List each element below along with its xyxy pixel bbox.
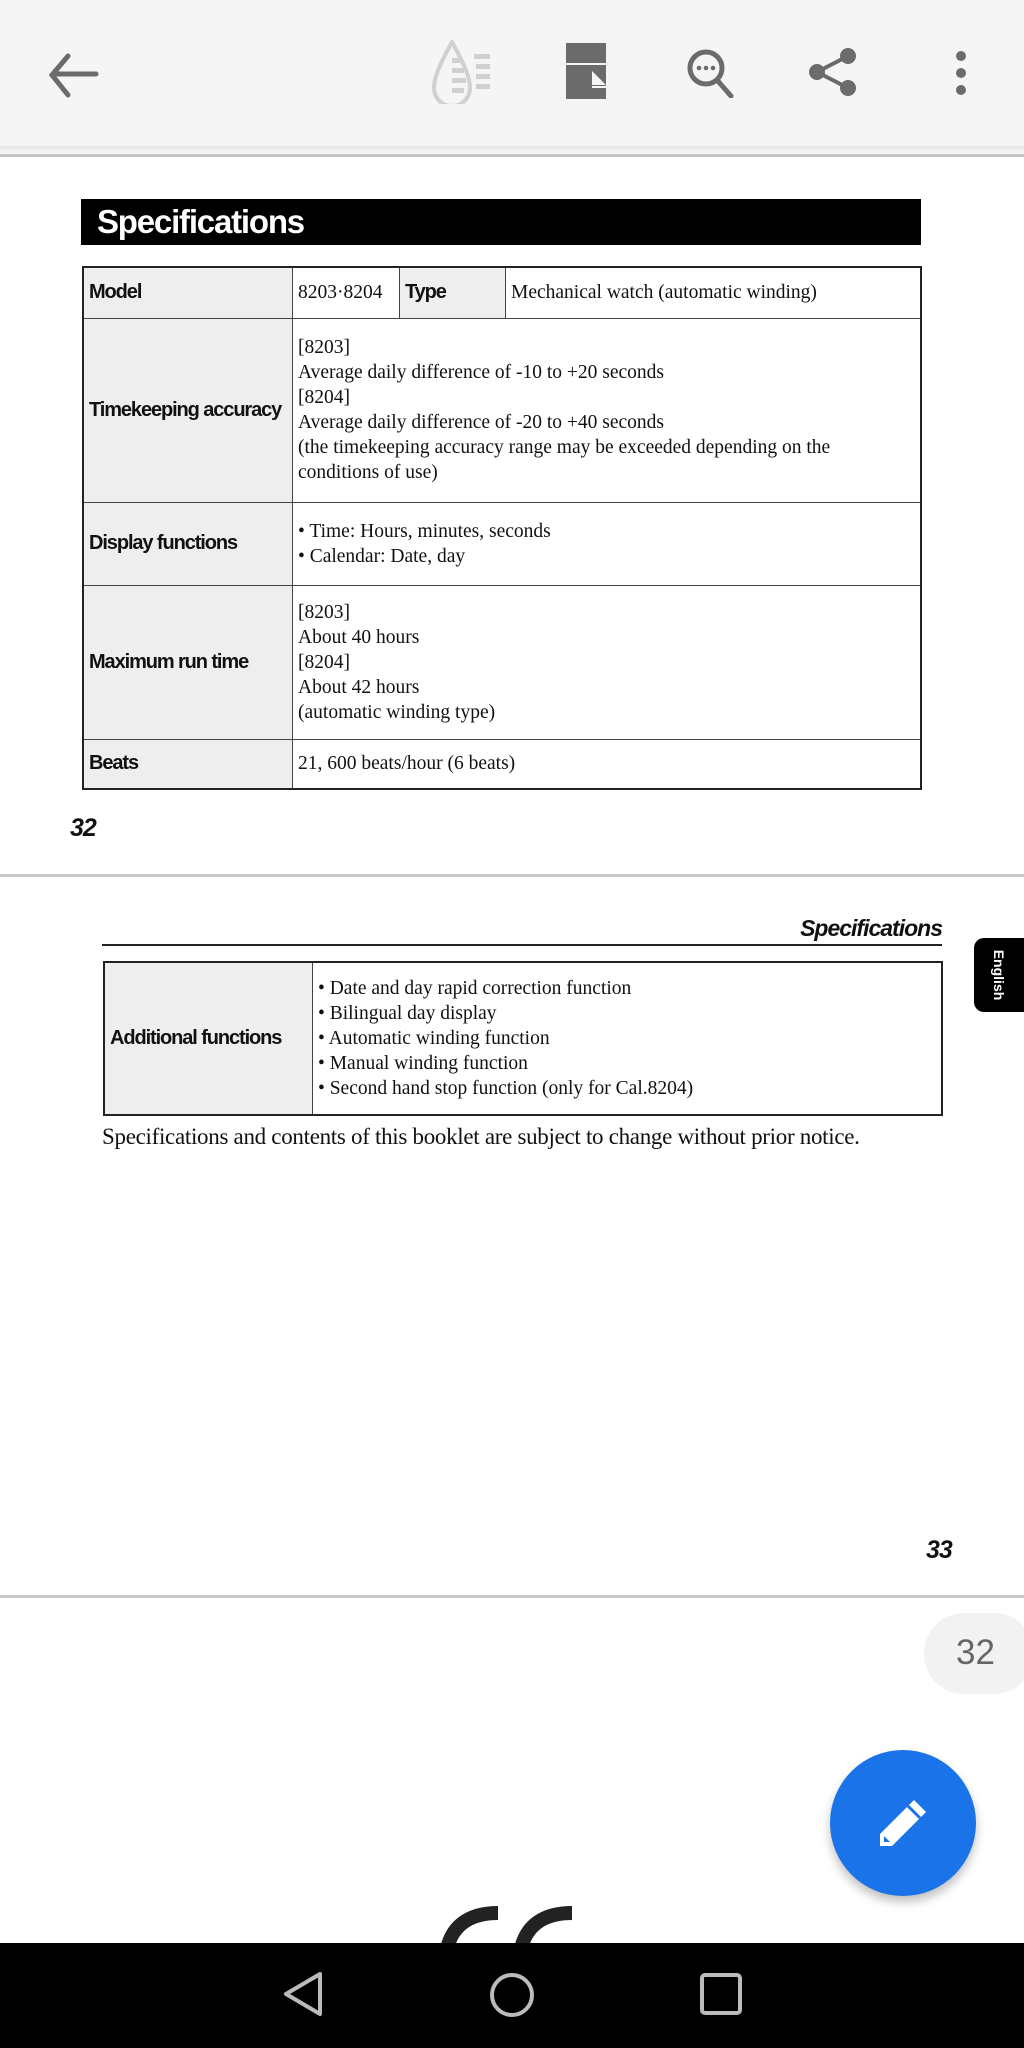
value-line: • Date and day rapid correction function (318, 978, 632, 999)
system-navigation-bar (0, 1943, 1024, 2048)
top-app-bar (0, 0, 1024, 146)
quote-mark-fragment (441, 1906, 573, 1945)
share-icon[interactable] (808, 48, 858, 96)
page-indicator: 32 (924, 1613, 1024, 1694)
specifications-table: Model 8203·8204 Type Mechanical watch (a… (82, 266, 922, 790)
search-icon[interactable] (686, 48, 738, 98)
section-heading: Specifications (81, 199, 921, 245)
value-line: Average daily difference of -10 to +20 s… (298, 362, 665, 383)
running-header: Specifications (800, 915, 943, 941)
additional-functions-table: Additional functions • Date and day rapi… (103, 961, 943, 1116)
row-label: Maximum run time (82, 584, 293, 740)
value-line: About 40 hours (298, 626, 420, 648)
row-value: 21, 600 beats/hour (6 beats) (292, 738, 922, 790)
value-line: [8204] (298, 651, 350, 673)
row-value: [8203] Average daily difference of -10 t… (292, 317, 922, 503)
reading-mode-icon[interactable] (430, 40, 496, 104)
page-number: 32 (70, 814, 97, 842)
row-label: Type (399, 266, 506, 319)
row-label: Beats (82, 738, 293, 790)
table-row: Timekeeping accuracy [8203] Average dail… (82, 317, 922, 503)
back-arrow-icon[interactable] (46, 50, 100, 100)
value-line: • Bilingual day display (318, 1003, 497, 1024)
edit-fab-button[interactable] (830, 1750, 976, 1896)
notice-text: Specifications and contents of this book… (102, 1124, 860, 1149)
page-separator (0, 874, 1024, 877)
value-line: • Automatic winding function (318, 1028, 550, 1049)
row-label: Timekeeping accuracy (82, 317, 293, 503)
nav-back-icon[interactable] (282, 1971, 324, 2017)
value-line: conditions of use) (298, 462, 438, 483)
table-row: Additional functions • Date and day rapi… (103, 961, 943, 1116)
value-line: [8204] (298, 387, 350, 408)
row-value: [8203] About 40 hours [8204] About 42 ho… (292, 584, 922, 740)
language-tab-label: English (991, 949, 1007, 1001)
header-rule (102, 944, 942, 946)
row-value: 8203·8204 (292, 266, 400, 319)
value-line: • Second hand stop function (only for Ca… (318, 1078, 694, 1099)
row-value: • Date and day rapid correction function… (312, 961, 943, 1116)
value-line: [8203] (298, 601, 350, 623)
value-line: • Time: Hours, minutes, seconds (298, 520, 551, 542)
row-label: Additional functions (103, 961, 313, 1116)
page-layout-icon[interactable] (566, 43, 608, 99)
row-value: • Time: Hours, minutes, seconds • Calend… (292, 501, 922, 586)
pencil-icon (880, 1800, 926, 1846)
table-row: Maximum run time [8203] About 40 hours [… (82, 584, 922, 740)
row-label: Display functions (82, 501, 293, 586)
value-line: (automatic winding type) (298, 701, 496, 723)
page-separator (0, 1595, 1024, 1598)
row-value: Mechanical watch (automatic winding) (505, 266, 922, 319)
value-line: About 42 hours (298, 676, 420, 698)
value-line: (the timekeeping accuracy range may be e… (298, 437, 831, 458)
toolbar-divider (0, 154, 1024, 157)
nav-home-icon[interactable] (489, 1972, 535, 2018)
page-number: 33 (926, 1536, 953, 1564)
value-line: Average daily difference of -20 to +40 s… (298, 412, 665, 433)
value-line: • Calendar: Date, day (298, 545, 466, 567)
toolbar-shadow (0, 146, 1024, 154)
page-indicator-label: 32 (956, 1633, 995, 1672)
nav-recents-icon[interactable] (700, 1973, 742, 2015)
language-tab: English (974, 938, 1024, 1012)
more-vert-icon[interactable] (954, 50, 968, 96)
table-row: Beats 21, 600 beats/hour (6 beats) (82, 738, 922, 790)
table-row: Display functions • Time: Hours, minutes… (82, 501, 922, 586)
row-label: Model (82, 266, 293, 319)
value-line: • Manual winding function (318, 1053, 528, 1074)
table-row: Model 8203·8204 Type Mechanical watch (a… (82, 266, 922, 319)
value-line: [8203] (298, 337, 350, 358)
